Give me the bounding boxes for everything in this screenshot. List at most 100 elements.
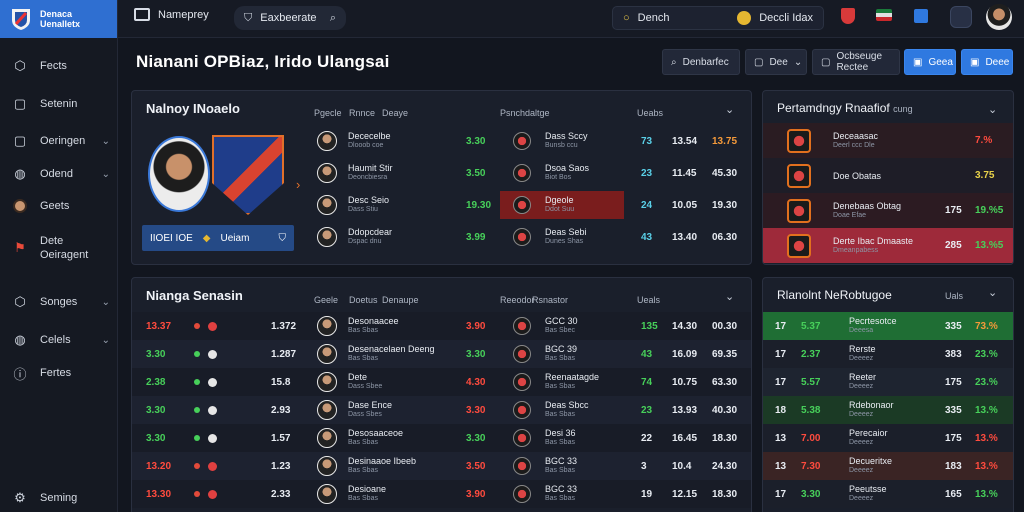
action-button-5[interactable]: ▣ Deee: [961, 49, 1013, 75]
chevron-down-icon[interactable]: ⌄: [725, 290, 734, 303]
sidebar-item-oeringen[interactable]: ▢ Oeringen ⌄: [0, 129, 118, 153]
secondary-name: Bas Sbas: [545, 355, 575, 362]
stat-c: 18.30: [712, 432, 738, 444]
table-row[interactable]: 13.20 1.23 Desinaaoe Ibeeb Bas Sbas 3.50 BGC …: [132, 452, 751, 480]
secondary-name: Dass Sbee: [348, 383, 383, 390]
stat-c: 69.35: [712, 348, 738, 360]
action-button-4[interactable]: ▣ Geea: [904, 49, 956, 75]
primary-name: BGC 33: [545, 456, 578, 466]
rank-number: 17: [775, 320, 787, 332]
secondary-name: Deeeez: [849, 411, 874, 418]
match-row[interactable]: Ddopcdear Dspac dnu 3.99 Deas Sebi Dunes Sha…: [132, 223, 751, 251]
sidebar-item-geets[interactable]: Geets: [0, 194, 118, 218]
sidebar-item-label: Odend: [40, 168, 74, 180]
chevron-down-icon[interactable]: ⌄: [988, 286, 997, 299]
match-row[interactable]: Haumit Stir Deoncbiesra 3.50 Dsoa Saos Biot …: [132, 159, 751, 187]
table-row[interactable]: 17 5.37 Pecrtesotce Deeesa 335 73.%: [763, 312, 1013, 340]
status-icon-cell: [194, 312, 217, 340]
primary-name: BGC 39: [545, 344, 578, 354]
status-icon: [194, 435, 200, 441]
table-row[interactable]: 3.30 1.287 Desenacelaen Deeng Bas Sbas 3.30 B…: [132, 340, 751, 368]
stat-a: 22: [641, 432, 653, 444]
action-button-1[interactable]: ⌕ Denbarfec: [662, 49, 740, 75]
chevron-down-icon[interactable]: ⌄: [725, 103, 734, 116]
table-row[interactable]: 3.30 1.57 Desosaaceoe Bas Sbas 3.30 Desi 36 Ba…: [132, 424, 751, 452]
sidebar-item-odend[interactable]: ◍ Odend ⌄: [0, 162, 118, 186]
spotlight-title: Nalnoy INoaelo: [146, 101, 240, 116]
brand[interactable]: Denaca Uenalletx: [0, 0, 117, 38]
table-row[interactable]: 13.37 1.372 Desonaacee Bas Sbas 3.90 GCC 30 Ba…: [132, 312, 751, 340]
status-icon-cell: [194, 396, 217, 424]
spotlight-panel: Nalnoy INoaelo Pgecle Rnnce Deaye Psnchd…: [131, 90, 752, 265]
odds-value: 3.30: [466, 404, 486, 416]
primary-name: Desosaaceoe: [348, 428, 404, 438]
player-avatar: [317, 127, 337, 155]
club-avatar: [787, 228, 811, 263]
profile-button[interactable]: [950, 6, 972, 28]
chevron-down-icon[interactable]: ⌄: [988, 103, 997, 116]
nav-label: Nameprey: [158, 8, 209, 21]
action-dropdown[interactable]: ▢ Dee ⌄: [745, 49, 807, 75]
name-cell: Desi 36 Bas Sbas: [545, 424, 576, 452]
search-input[interactable]: ⛉ Eaxbeerate ⌕: [234, 6, 346, 30]
name-cell: BGC 33 Bas Sbas: [545, 452, 577, 480]
sidebar-item-songes[interactable]: ⬡ Songes ⌄: [0, 290, 118, 314]
table-row[interactable]: 2.38 15.8 Dete Dass Sbee 4.30 Reenaatagde Bas …: [132, 368, 751, 396]
club-avatar: [513, 452, 531, 480]
search-icon: ⌕: [329, 11, 336, 24]
rank-percent: 3.75: [975, 170, 995, 181]
status-icon-cell: [194, 452, 217, 480]
sidebar-item-label: Fertes: [40, 367, 72, 379]
search-icon: ⌕: [671, 56, 677, 68]
nav-menu-button[interactable]: Nameprey: [134, 8, 209, 21]
sidebar-item-fects[interactable]: ⬡ Fects: [0, 54, 118, 78]
apps-icon: [914, 9, 928, 23]
table-row[interactable]: 3.30 2.93 Dase Ence Dass Sbes 3.30 Deas Sbcc B…: [132, 396, 751, 424]
stat-a: 24: [641, 199, 653, 211]
table-row[interactable]: 17 5.57 Reeter Deeeez 175 23.%: [763, 368, 1013, 396]
match-row[interactable]: Dececelbe Dlooob coe 3.30 Dass Sccy Bunsb cc…: [132, 127, 751, 155]
club-badge-button[interactable]: [841, 8, 855, 24]
primary-name: Dass Sccy: [545, 131, 588, 141]
table-row[interactable]: 13 7.30 Decueritxe Deeeez 183 13.%: [763, 452, 1013, 480]
match-row[interactable]: Desc Seio Dass Stiu 19.30 Dgeole Ddot Suu 24 1…: [132, 191, 751, 219]
sidebar-item-dete[interactable]: ⚑ Dete Oeiragent: [0, 231, 118, 265]
ranking-row[interactable]: Deceaasac Deerl ccc Dle 7.%: [763, 123, 1013, 158]
metric-value: 1.372: [271, 320, 297, 332]
name-cell: Deas Sbcc Bas Sbas: [545, 396, 589, 424]
sidebar-item-setenin[interactable]: ▢ Setenin: [0, 92, 118, 116]
ranking-row[interactable]: Doe Obatas 3.75: [763, 158, 1013, 193]
apps-button[interactable]: [914, 9, 928, 23]
action-button-3[interactable]: ▢ Ocbseuge Rectee: [812, 49, 900, 75]
rank-percent: 73.%: [975, 320, 998, 332]
flag-button[interactable]: [876, 9, 892, 21]
table-row[interactable]: 17 2.37 Rerste Deeeez 383 23.%: [763, 340, 1013, 368]
table-row[interactable]: 17 3.30 Peeutsse Deeeez 165 13.%: [763, 480, 1013, 508]
sidebar-item-celels[interactable]: ◍ Celels ⌄: [0, 328, 118, 352]
table-row[interactable]: 18 5.38 Rdebonaor Deeeez 335 13.%: [763, 396, 1013, 424]
secondary-name: Bas Sbas: [545, 383, 575, 390]
name-cell: Desinaaoe Ibeeb Bas Sbas: [348, 452, 416, 480]
player-avatar: [317, 480, 337, 508]
ball-icon: ◍: [14, 166, 26, 181]
ranking-row[interactable]: Denebaas Obtag Doae Efae 175 19.%5: [763, 193, 1013, 228]
secondary-name: Bas Sbas: [348, 327, 378, 334]
score-field[interactable]: ○ Dench Deccli Idax: [612, 6, 824, 30]
sidebar-item-fertes[interactable]: ⓘ Fertes: [0, 361, 118, 385]
odds-value: 3.90: [466, 488, 486, 500]
avatar[interactable]: [986, 4, 1012, 30]
club-badge-icon: [513, 345, 531, 363]
odds-value: 3.50: [466, 460, 486, 472]
brand-line1: Denaca: [40, 9, 73, 19]
ranking-row[interactable]: Derte Ibac Dmaaste Dmeanpabess 285 13.%5: [763, 228, 1013, 263]
secondary-name: Bas Sbas: [348, 439, 378, 446]
table-row[interactable]: 13 7.00 Perecaior Deeeez 175 13.%: [763, 424, 1013, 452]
club-avatar: [513, 396, 531, 424]
metric-value: 2.33: [271, 488, 291, 500]
primary-name: Perecaior: [849, 428, 888, 438]
rank-value: 285: [945, 240, 962, 251]
sidebar-item-seming[interactable]: ⚙ Seming: [0, 486, 118, 510]
left-value: 13.30: [146, 488, 172, 500]
col-header: Geele: [314, 295, 339, 305]
table-row[interactable]: 13.30 2.33 Desioane Bas Sbas 3.90 BGC 33 Bas S…: [132, 480, 751, 508]
